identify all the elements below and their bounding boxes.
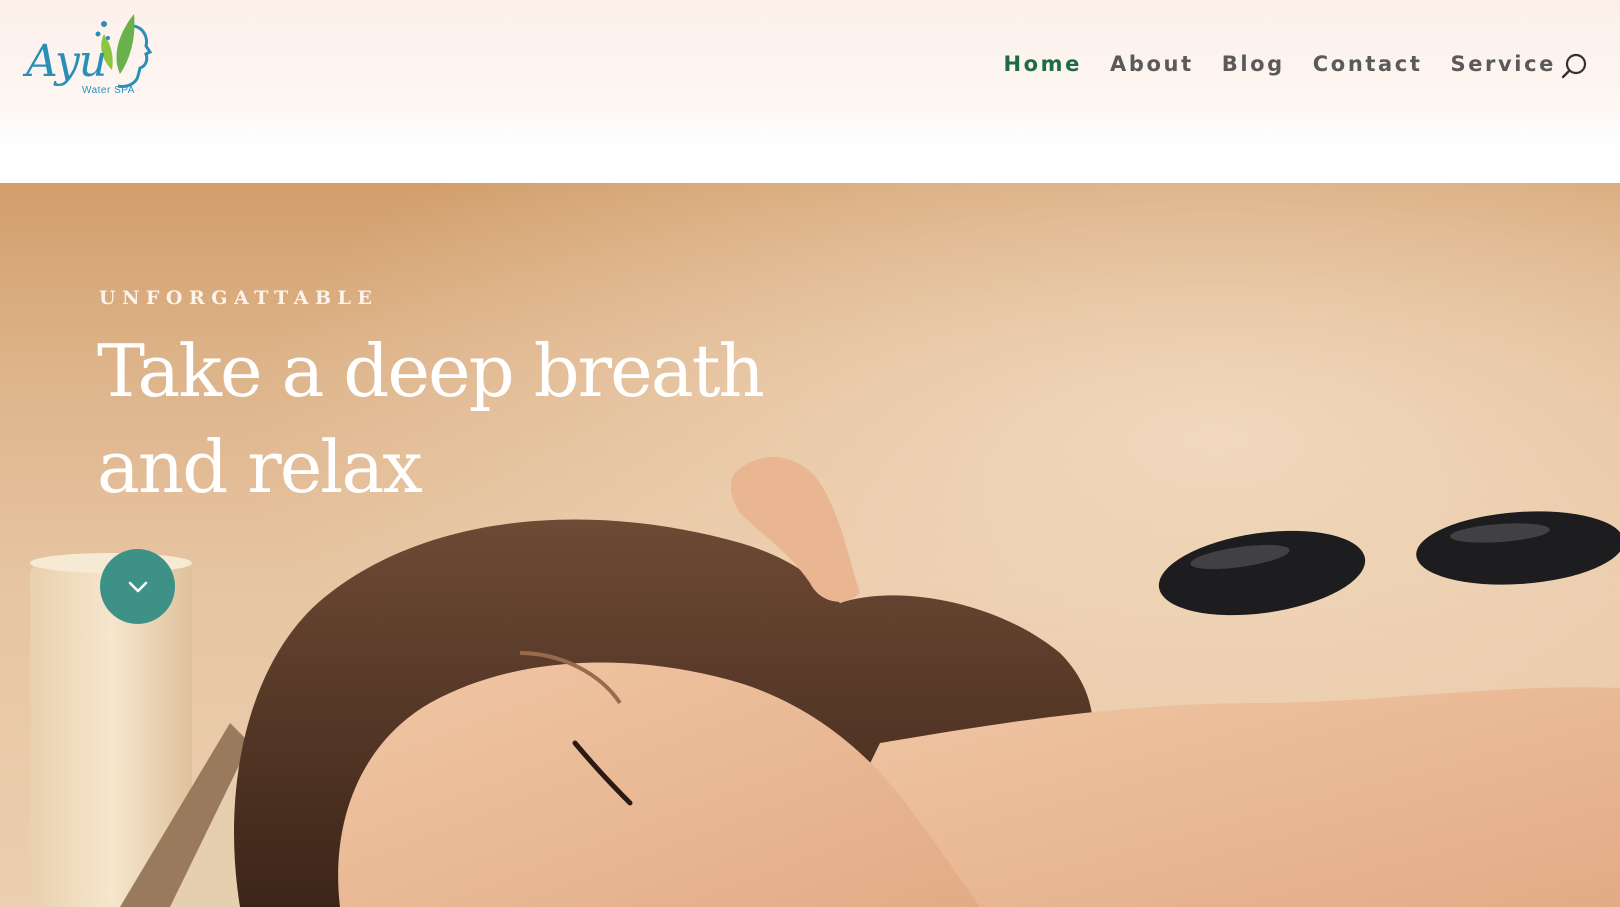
nav-item-blog[interactable]: Blog bbox=[1222, 52, 1285, 76]
main-nav: Home About Blog Contact Service bbox=[975, 52, 1556, 76]
scroll-down-button[interactable] bbox=[100, 549, 175, 624]
hero-title-line-1: Take a deep breath bbox=[97, 329, 765, 413]
hero-title-line-2: and relax bbox=[97, 425, 423, 509]
logo-tagline: Water SPA bbox=[82, 85, 135, 96]
hero-eyebrow: UNFORGATTABLE bbox=[99, 287, 379, 309]
nav-item-home[interactable]: Home bbox=[1003, 52, 1082, 76]
nav-item-contact[interactable]: Contact bbox=[1313, 52, 1423, 76]
hero-title: Take a deep breath and relax bbox=[97, 323, 797, 515]
nav-item-about[interactable]: About bbox=[1110, 52, 1194, 76]
logo-wordmark: Ayu bbox=[26, 36, 107, 87]
logo[interactable]: Ayu Water SPA bbox=[8, 4, 156, 110]
nav-item-service[interactable]: Service bbox=[1450, 52, 1556, 76]
search-icon[interactable] bbox=[1560, 52, 1590, 82]
chevron-down-icon bbox=[128, 581, 147, 592]
site-header: Ayu Water SPA Home About Blog Contact Se… bbox=[0, 0, 1620, 183]
hero-section: UNFORGATTABLE Take a deep breath and rel… bbox=[0, 183, 1620, 907]
